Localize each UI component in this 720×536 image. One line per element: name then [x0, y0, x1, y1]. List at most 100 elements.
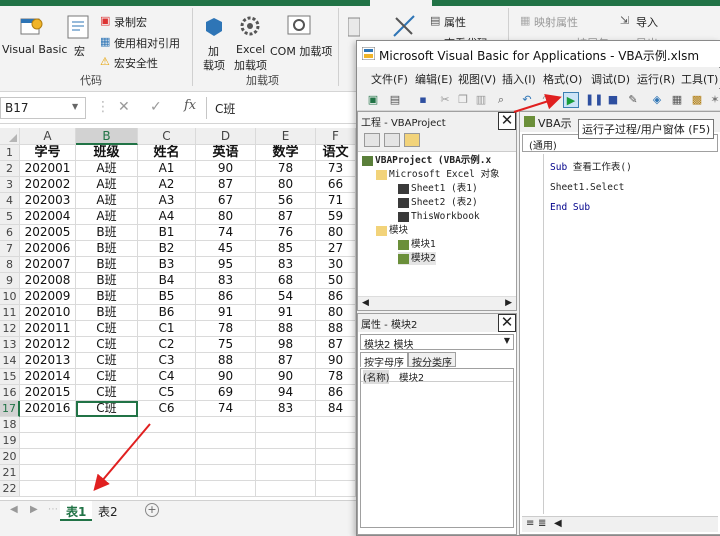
relative-ref-icon[interactable]: ▦: [100, 35, 110, 48]
object-browser-icon[interactable]: ▩: [689, 92, 705, 108]
view-object-icon[interactable]: [384, 133, 400, 147]
tree-node-project[interactable]: VBAProject (VBA示例.x: [362, 154, 491, 167]
paste-icon[interactable]: ▥: [473, 92, 489, 108]
cell-b4[interactable]: A班: [76, 193, 138, 209]
code-line-sub[interactable]: Sub 查看工作表(): [550, 159, 632, 173]
row-header-14[interactable]: 14: [0, 353, 20, 369]
cell-b7[interactable]: B班: [76, 241, 138, 257]
cut-icon[interactable]: ✂: [437, 92, 453, 108]
cell-c11[interactable]: B6: [138, 305, 196, 321]
cell-b20[interactable]: [76, 449, 138, 465]
cell-a12[interactable]: 202011: [20, 321, 76, 337]
cell-a3[interactable]: 202002: [20, 177, 76, 193]
cell-e2[interactable]: 78: [256, 161, 316, 177]
cell-b21[interactable]: [76, 465, 138, 481]
menu-edit[interactable]: 编辑(E): [415, 71, 453, 87]
cell-e6[interactable]: 76: [256, 225, 316, 241]
cell-c15[interactable]: C4: [138, 369, 196, 385]
cell-e4[interactable]: 56: [256, 193, 316, 209]
menu-tools[interactable]: 工具(T): [681, 71, 718, 87]
cell-a9[interactable]: 202008: [20, 273, 76, 289]
cell-d6[interactable]: 74: [196, 225, 256, 241]
cell-e17[interactable]: 83: [256, 401, 316, 417]
cell-e8[interactable]: 83: [256, 257, 316, 273]
cell-a22[interactable]: [20, 481, 76, 497]
cell-c10[interactable]: B5: [138, 289, 196, 305]
formula-input[interactable]: C班: [206, 97, 366, 119]
row-header-5[interactable]: 5: [0, 209, 20, 225]
row-header-18[interactable]: 18: [0, 417, 20, 433]
menu-insert[interactable]: 插入(I): [502, 71, 536, 87]
cell-a8[interactable]: 202007: [20, 257, 76, 273]
row-header-16[interactable]: 16: [0, 385, 20, 401]
cell-b17[interactable]: C班: [76, 401, 138, 417]
cell-e1[interactable]: 数学: [256, 145, 316, 161]
cell-a18[interactable]: [20, 417, 76, 433]
column-header-d[interactable]: D: [196, 128, 256, 145]
cell-f9[interactable]: 50: [316, 273, 356, 289]
import-button[interactable]: 导入: [636, 14, 658, 30]
cell-c17[interactable]: C6: [138, 401, 196, 417]
add-sheet-button[interactable]: +: [145, 503, 159, 517]
cell-c5[interactable]: A4: [138, 209, 196, 225]
row-header-21[interactable]: 21: [0, 465, 20, 481]
cell-c7[interactable]: B2: [138, 241, 196, 257]
object-selector[interactable]: 模块2 模块 ▼: [360, 334, 514, 351]
run-sub-button[interactable]: ▶: [563, 92, 579, 108]
cell-d10[interactable]: 86: [196, 289, 256, 305]
cell-b16[interactable]: C班: [76, 385, 138, 401]
cell-d4[interactable]: 67: [196, 193, 256, 209]
close-icon[interactable]: ✕: [498, 112, 516, 130]
cell-d11[interactable]: 91: [196, 305, 256, 321]
row-header-6[interactable]: 6: [0, 225, 20, 241]
select-all-button[interactable]: [0, 128, 20, 145]
cell-a1[interactable]: 学号: [20, 145, 76, 161]
cell-a21[interactable]: [20, 465, 76, 481]
addins-button-line2[interactable]: 载项: [203, 57, 225, 73]
cell-a14[interactable]: 202013: [20, 353, 76, 369]
cell-c18[interactable]: [138, 417, 196, 433]
procedure-view-icon[interactable]: ≡: [526, 518, 534, 529]
cell-e13[interactable]: 98: [256, 337, 316, 353]
code-line-select[interactable]: Sheet1.Select: [550, 182, 624, 193]
more-icon[interactable]: ⋯: [48, 504, 58, 515]
row-header-20[interactable]: 20: [0, 449, 20, 465]
menu-format[interactable]: 格式(O): [543, 71, 582, 87]
cell-b12[interactable]: C班: [76, 321, 138, 337]
row-header-9[interactable]: 9: [0, 273, 20, 289]
cell-e7[interactable]: 85: [256, 241, 316, 257]
view-code-icon[interactable]: [364, 133, 380, 147]
tree-node-thisworkbook[interactable]: ThisWorkbook: [398, 210, 480, 223]
cell-c19[interactable]: [138, 433, 196, 449]
row-header-11[interactable]: 11: [0, 305, 20, 321]
insert-function-button[interactable]: fx: [184, 98, 196, 113]
cell-c12[interactable]: C1: [138, 321, 196, 337]
enter-button[interactable]: ✓: [150, 99, 162, 115]
cell-f22[interactable]: [316, 481, 356, 497]
column-header-f[interactable]: F: [316, 128, 356, 145]
cell-f18[interactable]: [316, 417, 356, 433]
menu-run[interactable]: 运行(R): [637, 71, 675, 87]
cell-e22[interactable]: [256, 481, 316, 497]
cell-c13[interactable]: C2: [138, 337, 196, 353]
cell-c22[interactable]: [138, 481, 196, 497]
cell-d22[interactable]: [196, 481, 256, 497]
cell-d9[interactable]: 83: [196, 273, 256, 289]
cell-a17[interactable]: 202016: [20, 401, 76, 417]
visual-basic-icon[interactable]: [18, 14, 44, 38]
cell-e19[interactable]: [256, 433, 316, 449]
menu-debug[interactable]: 调试(D): [591, 71, 630, 87]
cell-d5[interactable]: 80: [196, 209, 256, 225]
map-properties-button[interactable]: 映射属性: [534, 14, 578, 30]
cell-c4[interactable]: A3: [138, 193, 196, 209]
cell-d1[interactable]: 英语: [196, 145, 256, 161]
cell-f11[interactable]: 80: [316, 305, 356, 321]
cell-d15[interactable]: 90: [196, 369, 256, 385]
cell-d13[interactable]: 75: [196, 337, 256, 353]
cell-f12[interactable]: 88: [316, 321, 356, 337]
cell-f19[interactable]: [316, 433, 356, 449]
cell-a20[interactable]: [20, 449, 76, 465]
chevron-down-icon[interactable]: ▼: [72, 102, 78, 111]
tree-node-module2[interactable]: 模块2: [398, 252, 436, 265]
macro-icon[interactable]: [66, 14, 92, 40]
